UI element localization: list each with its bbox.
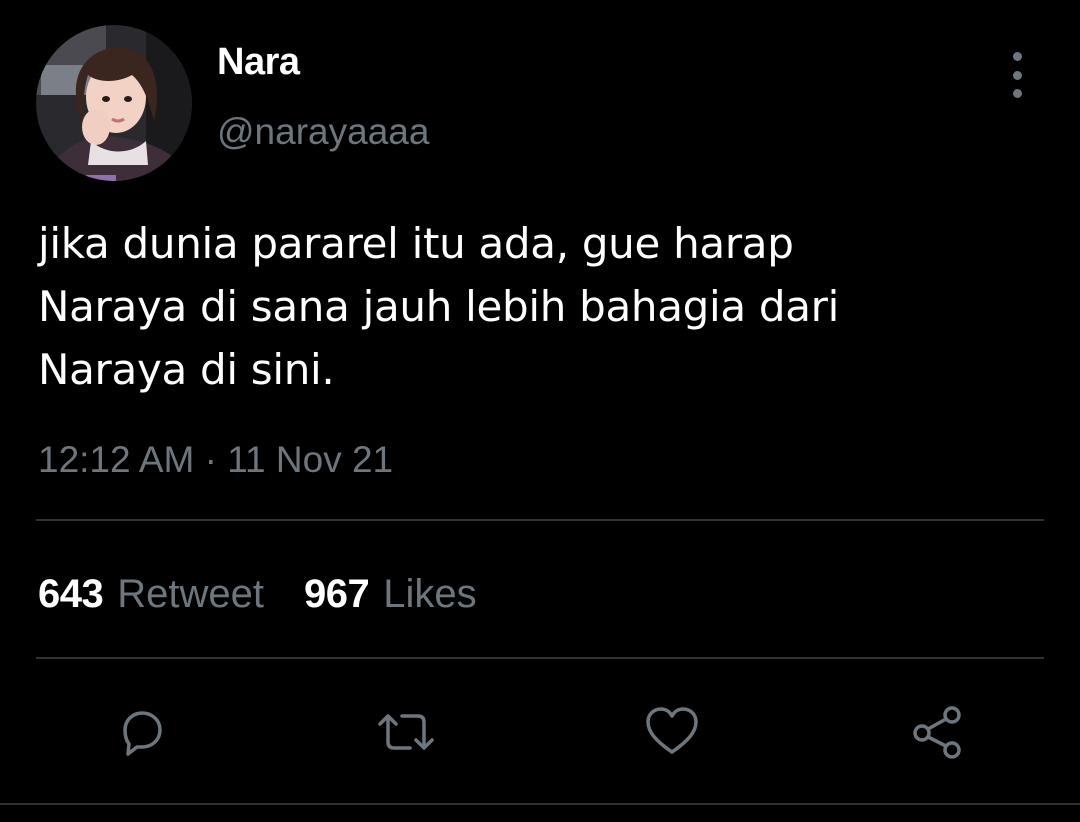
retweet-label: Retweet xyxy=(117,572,264,616)
more-options-button[interactable] xyxy=(995,52,1039,98)
retweet-stat[interactable]: 643 Retweet xyxy=(38,570,264,618)
more-dot-icon xyxy=(1012,89,1022,98)
share-icon xyxy=(913,706,961,759)
divider xyxy=(36,519,1044,521)
like-label: Likes xyxy=(383,572,477,616)
like-stat[interactable]: 967 Likes xyxy=(304,570,477,618)
like-icon xyxy=(646,707,698,754)
retweet-count: 643 xyxy=(38,572,104,616)
more-dot-icon xyxy=(1012,70,1022,80)
tweet-text: jika dunia pararel itu ada, gue harap Na… xyxy=(38,219,840,394)
divider xyxy=(36,657,1044,659)
share-button[interactable] xyxy=(906,700,970,764)
divider xyxy=(0,803,1080,805)
retweet-icon xyxy=(378,714,434,750)
like-button[interactable] xyxy=(640,700,704,764)
retweet-button[interactable] xyxy=(374,700,438,764)
user-handle[interactable]: @narayaaaa xyxy=(217,110,429,154)
reply-icon xyxy=(123,711,162,756)
tweet-timestamp[interactable]: 12:12 AM · 11 Nov 21 xyxy=(38,438,393,482)
more-dot-icon xyxy=(1012,52,1022,61)
tweet-card: Nara @narayaaaa jika dunia pararel itu a… xyxy=(0,0,1080,822)
display-name[interactable]: Nara xyxy=(217,40,300,84)
reply-button[interactable] xyxy=(110,700,174,764)
avatar[interactable] xyxy=(36,25,192,181)
tweet-stats: 643 Retweet 967 Likes xyxy=(38,570,477,618)
like-count: 967 xyxy=(304,572,370,616)
